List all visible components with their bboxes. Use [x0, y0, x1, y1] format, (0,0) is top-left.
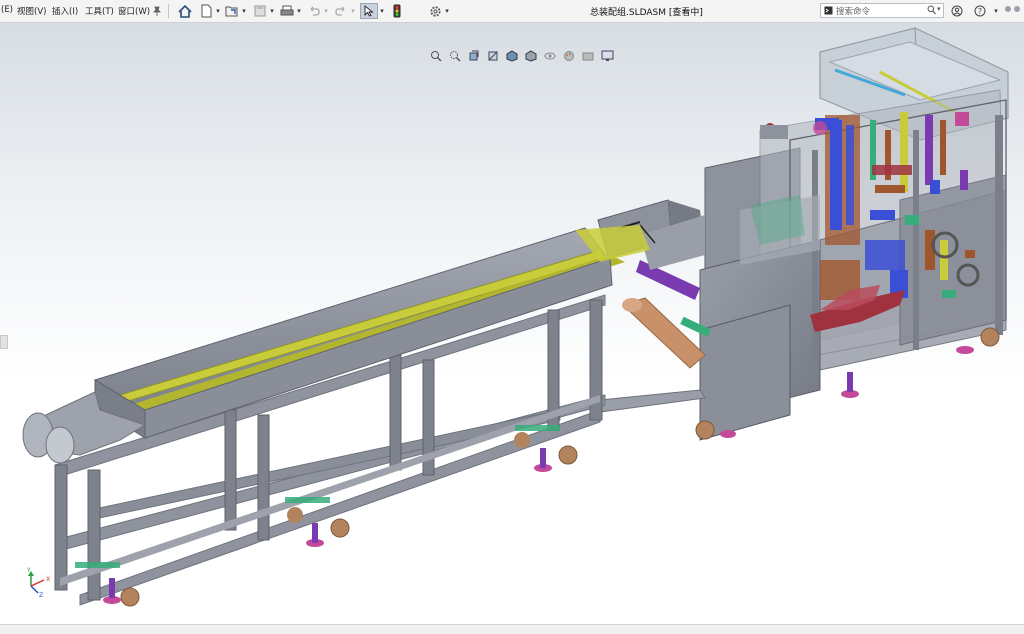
open-folder-icon[interactable]: [224, 3, 240, 19]
document-title: 总装配组.SLDASM [查看中]: [590, 8, 703, 18]
redo-icon[interactable]: [333, 3, 349, 19]
chevron-down-icon[interactable]: ▾: [322, 3, 330, 19]
undo-icon[interactable]: [306, 3, 322, 19]
options-gear-icon[interactable]: [427, 3, 443, 19]
chevron-down-icon[interactable]: ▾: [937, 5, 941, 13]
chevron-down-icon[interactable]: ▾: [349, 3, 357, 19]
print-icon[interactable]: [279, 3, 295, 19]
home-icon[interactable]: [177, 3, 193, 19]
hide-show-icon[interactable]: [542, 49, 558, 63]
user-icon[interactable]: [950, 3, 964, 19]
display-style-icon[interactable]: [523, 49, 539, 63]
chevron-down-icon[interactable]: ▾: [268, 3, 276, 19]
view-orientation-icon[interactable]: [504, 49, 520, 63]
chevron-down-icon[interactable]: ▾: [992, 3, 1000, 19]
section-view-icon[interactable]: [485, 49, 501, 63]
command-search-icon: [824, 6, 833, 18]
traffic-light-icon[interactable]: [390, 3, 404, 19]
search-icon[interactable]: [927, 5, 936, 18]
help-icon[interactable]: ?: [973, 3, 987, 19]
heads-up-view-toolbar: [428, 48, 615, 64]
save-icon[interactable]: [252, 3, 268, 19]
triad-y-label: Y: [26, 567, 31, 574]
select-arrow-icon[interactable]: [360, 3, 378, 19]
chevron-down-icon[interactable]: ▾: [443, 3, 451, 19]
svg-text:?: ?: [978, 7, 982, 16]
chevron-down-icon[interactable]: ▾: [214, 3, 222, 19]
zoom-to-fit-icon[interactable]: [428, 49, 444, 63]
feed-tube: [622, 260, 711, 369]
previous-view-icon[interactable]: [466, 49, 482, 63]
title-bar: (E) 视图(V) 插入(I) 工具(T) 窗口(W) ▾ ▾ ▾ ▾ ▾ ▾ …: [0, 0, 1024, 23]
chevron-down-icon[interactable]: ▾: [240, 3, 248, 19]
zoom-to-area-icon[interactable]: [447, 49, 463, 63]
edit-appearance-icon[interactable]: [561, 49, 577, 63]
menu-window[interactable]: 窗口(W): [118, 5, 150, 17]
chevron-down-icon[interactable]: ▾: [295, 3, 303, 19]
window-close-button[interactable]: [1014, 6, 1020, 12]
triad-z-label: Z: [39, 592, 43, 599]
menu-edit[interactable]: (E): [1, 5, 13, 15]
chevron-down-icon[interactable]: ▾: [378, 3, 386, 19]
apply-scene-icon[interactable]: [580, 49, 596, 63]
window-minimize-button[interactable]: [1005, 6, 1011, 12]
new-document-icon[interactable]: [198, 3, 214, 19]
menu-insert[interactable]: 插入(I): [52, 5, 78, 17]
pin-icon[interactable]: [150, 3, 164, 19]
caster-5: [841, 372, 859, 398]
menu-tools[interactable]: 工具(T): [85, 5, 114, 17]
triad-x-label: X: [46, 576, 50, 583]
view-settings-icon[interactable]: [599, 49, 615, 63]
assembly-3d-model[interactable]: X Y Z: [0, 23, 1024, 624]
search-box[interactable]: 搜索命令 ▾: [820, 3, 944, 18]
graphics-area[interactable]: X Y Z: [0, 23, 1024, 624]
search-input[interactable]: 搜索命令: [836, 5, 870, 17]
menu-view[interactable]: 视图(V): [17, 5, 46, 17]
coordinate-triad: X Y Z: [26, 567, 50, 599]
feature-manager-toggle[interactable]: [0, 335, 8, 349]
